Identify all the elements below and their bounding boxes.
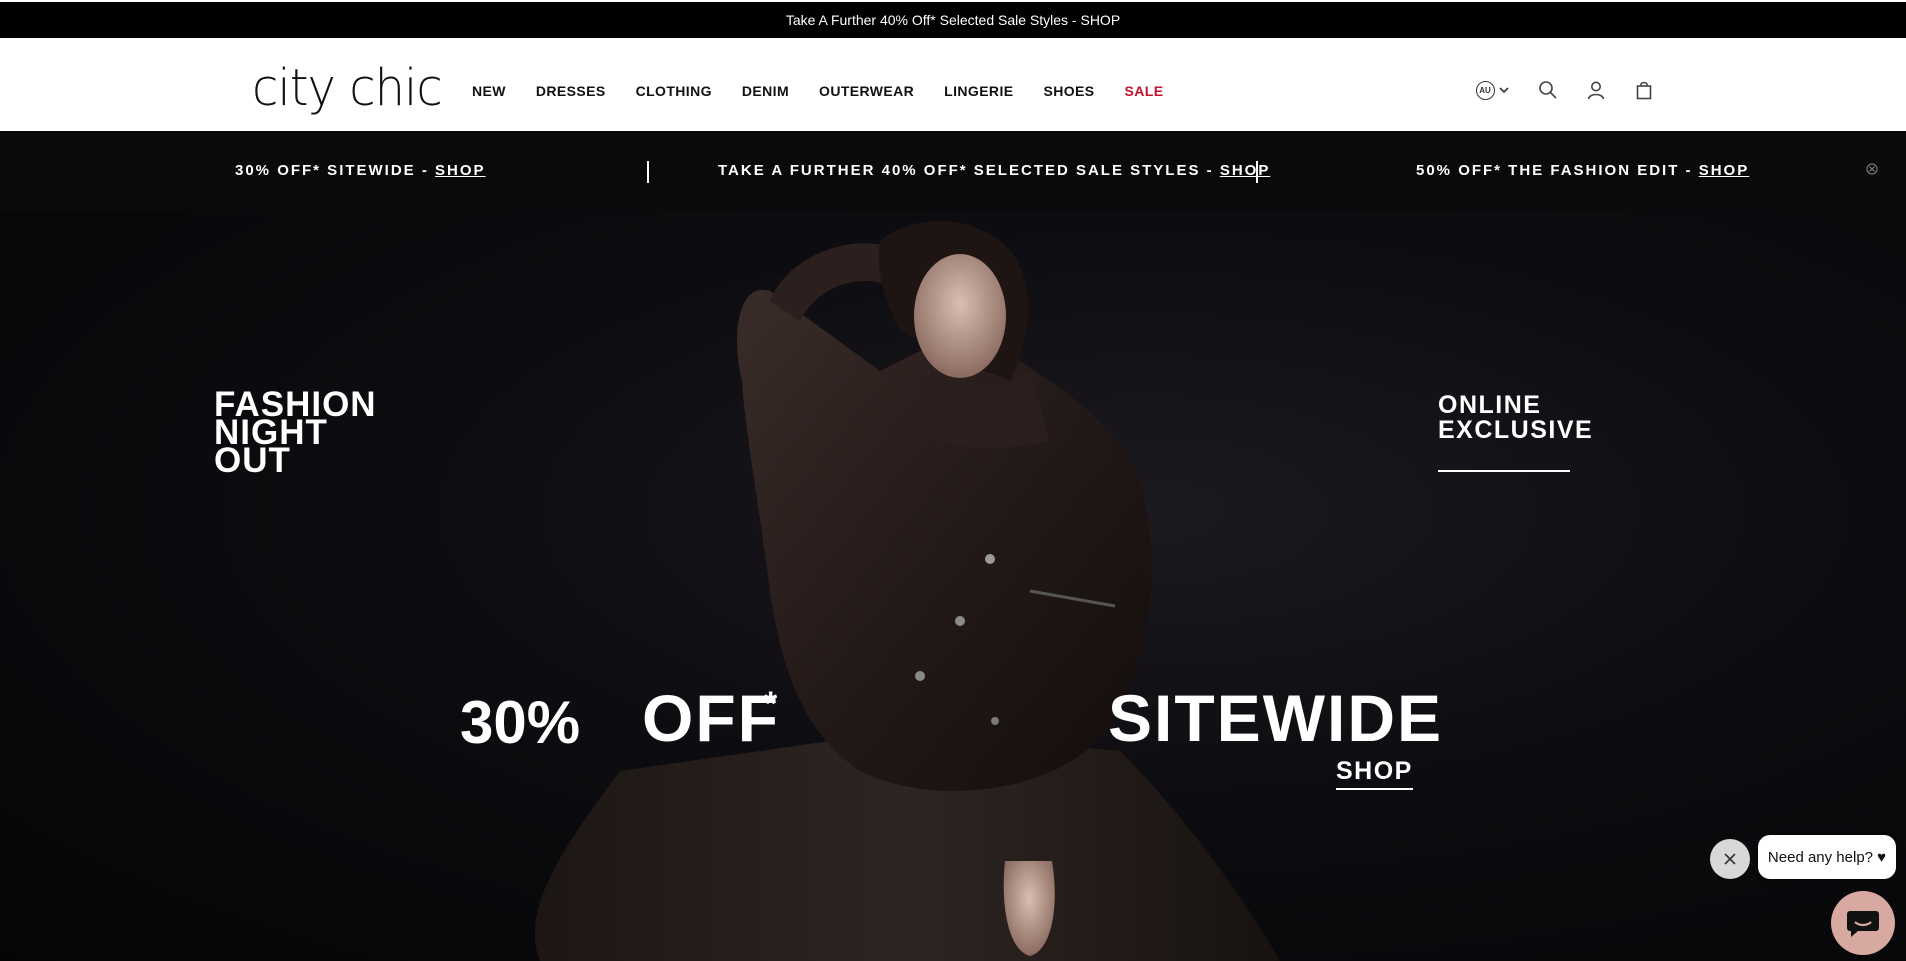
promo-divider [647, 161, 649, 183]
hero-shop-link[interactable]: SHOP [1336, 757, 1413, 790]
promo-shop-link[interactable]: SHOP [1699, 162, 1750, 179]
chevron-down-icon [1498, 87, 1509, 94]
promo-item-sale: TAKE A FURTHER 40% OFF* SELECTED SALE ST… [718, 162, 1270, 179]
account-icon [1587, 81, 1605, 100]
promo-text: 30% OFF* SITEWIDE - [235, 162, 436, 179]
chat-dismiss-button[interactable] [1710, 839, 1750, 879]
hero-percent: 30% [460, 689, 581, 756]
chat-launcher-button[interactable] [1831, 891, 1895, 955]
promo-shop-link[interactable]: SHOP [435, 162, 486, 179]
chat-icon [1847, 911, 1879, 937]
hero-off: OFF [642, 681, 780, 755]
announcement-bar: Take A Further 40% Off* Selected Sale St… [0, 2, 1906, 38]
close-icon [1724, 853, 1736, 865]
header-icons: AU [1472, 78, 1680, 102]
fashion-night-out-title: FASHION NIGHT OUT [214, 387, 377, 478]
chat-help-bubble[interactable]: Need any help? ♥ [1758, 835, 1896, 879]
promo-item-sitewide: 30% OFF* SITEWIDE - SHOP [235, 162, 486, 179]
promo-close-button[interactable] [1866, 162, 1882, 178]
bag-icon [1636, 81, 1652, 100]
nav-item-shoes[interactable]: SHOES [1043, 83, 1094, 99]
locale-selector[interactable]: AU [1472, 78, 1512, 102]
promo-text: TAKE A FURTHER 40% OFF* SELECTED SALE ST… [718, 162, 1220, 179]
nav-item-dresses[interactable]: DRESSES [536, 83, 606, 99]
promo-divider [1256, 161, 1258, 183]
hero-sitewide: SITEWIDE [1108, 681, 1444, 755]
nav-item-outerwear[interactable]: OUTERWEAR [819, 83, 914, 99]
promo-text: 50% OFF* THE FASHION EDIT - [1416, 162, 1699, 179]
online-exclusive-label: ONLINE EXCLUSIVE [1438, 393, 1593, 443]
nav-item-new[interactable]: NEW [472, 83, 506, 99]
main-nav: NEW DRESSES CLOTHING DENIM OUTERWEAR LIN… [472, 83, 1193, 99]
globe-locale-icon: AU [1475, 80, 1495, 100]
account-button[interactable] [1584, 78, 1608, 102]
close-icon [1866, 163, 1878, 175]
hero-asterisk: * [764, 685, 778, 723]
nav-item-clothing[interactable]: CLOTHING [636, 83, 712, 99]
nav-item-denim[interactable]: DENIM [742, 83, 789, 99]
hero-model-image [534, 221, 1280, 961]
announcement-text[interactable]: Take A Further 40% Off* Selected Sale St… [786, 12, 1120, 28]
brand-logo[interactable]: city chic [252, 63, 443, 113]
nav-item-sale[interactable]: SALE [1125, 83, 1164, 99]
search-button[interactable] [1536, 78, 1560, 102]
hero-banner[interactable]: FASHION NIGHT OUT ONLINE EXCLUSIVE 30% O… [0, 211, 1906, 961]
promo-shop-link[interactable]: SHOP [1220, 162, 1271, 179]
bag-button[interactable] [1632, 78, 1656, 102]
promo-bar: 30% OFF* SITEWIDE - SHOP TAKE A FURTHER … [0, 131, 1906, 211]
online-exclusive-underline [1438, 470, 1570, 472]
nav-item-lingerie[interactable]: LINGERIE [944, 83, 1013, 99]
search-icon [1539, 81, 1557, 99]
label-line: EXCLUSIVE [1438, 416, 1594, 444]
site-header: city chic NEW DRESSES CLOTHING DENIM OUT… [0, 38, 1906, 131]
label-line: ONLINE [1438, 391, 1542, 419]
promo-item-fashion-edit: 50% OFF* THE FASHION EDIT - SHOP [1416, 162, 1749, 179]
